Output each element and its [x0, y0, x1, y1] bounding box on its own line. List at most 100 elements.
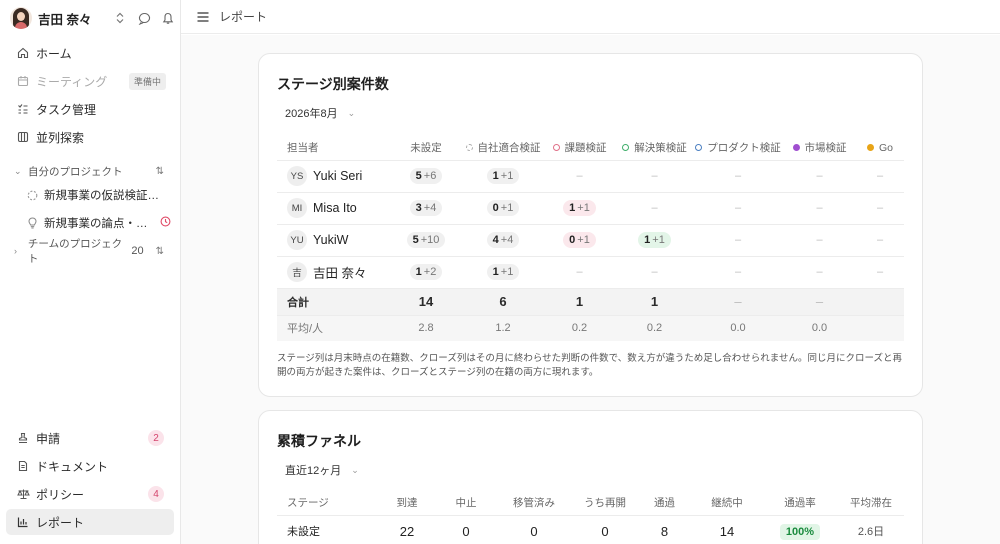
- assignee-cell: YS Yuki Seri: [277, 160, 389, 193]
- column-header: Go: [856, 136, 904, 161]
- column-header: 中止: [437, 491, 495, 516]
- funnel-period-select[interactable]: 直近12ヶ月 ⌄: [285, 462, 359, 478]
- nav-home-label: ホーム: [36, 46, 72, 61]
- table-row[interactable]: 未設定 22 0 0 0 8 14 100% 2.6日: [277, 515, 904, 544]
- total-value: 1: [616, 288, 693, 316]
- average-value: 0.0: [693, 315, 783, 341]
- count-value: 3: [415, 202, 422, 214]
- count-pill[interactable]: 3 +4: [409, 200, 443, 216]
- funnel-card-title: 累積ファネル: [277, 433, 361, 449]
- column-header: 市場検証: [783, 136, 856, 161]
- average-row: 平均/人 2.8 1.2 0.2 0.2 0.0 0.0: [277, 315, 904, 341]
- team-projects-header[interactable]: › チームのプロジェクト 20 ⇅: [14, 238, 164, 265]
- team-projects-count: 20: [131, 245, 144, 257]
- project-item[interactable]: 新規事業の仮説検証…: [26, 184, 171, 206]
- count-cell: 0 +1: [463, 192, 543, 225]
- count-pill[interactable]: 1 +1: [638, 232, 671, 248]
- count-pill[interactable]: 5 +6: [409, 168, 443, 184]
- count-pill[interactable]: 5 +10: [406, 232, 446, 248]
- bar-chart-icon: [16, 515, 30, 529]
- nav-tasks[interactable]: タスク管理: [6, 96, 174, 122]
- count-value: 1: [492, 170, 499, 182]
- nav-policy[interactable]: ポリシー 4: [6, 481, 174, 507]
- page-title: レポート: [219, 10, 268, 24]
- column-header: 未設定: [389, 136, 463, 161]
- total-value: 6: [463, 288, 543, 316]
- count-value: 1: [415, 266, 422, 278]
- assignee-cell: YU YukiW: [277, 224, 389, 257]
- total-value: [856, 288, 904, 316]
- column-header-label: 市場検証: [804, 142, 847, 155]
- count-pill[interactable]: 1 +1: [563, 200, 596, 216]
- bell-icon[interactable]: [161, 11, 175, 25]
- funnel-value: 14: [692, 515, 762, 544]
- stage-dot-icon: [552, 144, 560, 152]
- task-list-icon: [16, 102, 30, 116]
- count-cell: –: [616, 256, 693, 289]
- column-header: ステージ: [277, 491, 377, 516]
- empty-dash: –: [816, 170, 823, 182]
- chevron-down-icon: ⌄: [347, 107, 356, 118]
- column-header-label: 未設定: [410, 142, 442, 155]
- table-row[interactable]: 吉吉田 奈々 1 +2 1 +1– – – – –: [277, 256, 904, 289]
- project-item[interactable]: 新規事業の論点・…: [26, 212, 171, 234]
- count-value: 0: [569, 234, 576, 246]
- count-cell: –: [616, 160, 693, 193]
- nav-reports[interactable]: レポート: [6, 509, 174, 535]
- column-header: うち再開: [573, 491, 637, 516]
- nav-documents-label: ドキュメント: [36, 459, 109, 474]
- count-added: +1: [577, 234, 590, 246]
- count-cell: –: [693, 192, 783, 225]
- count-pill[interactable]: 0 +1: [486, 200, 520, 216]
- nav-home[interactable]: ホーム: [6, 40, 174, 66]
- assignee-initials: 吉: [287, 262, 307, 282]
- menu-icon[interactable]: [197, 9, 209, 25]
- nav-requests[interactable]: 申請 2: [6, 425, 174, 451]
- period-value: 2026年8月: [285, 108, 338, 120]
- empty-dash: –: [876, 202, 884, 214]
- count-pill[interactable]: 0 +1: [563, 232, 596, 248]
- lightbulb-icon: [26, 217, 38, 229]
- column-header: 平均滞在: [838, 491, 904, 516]
- total-value: 1: [543, 288, 616, 316]
- stage-note: ステージ列は月末時点の在籍数、クローズ列はその月に終わらせた判断の件数で、数え方…: [277, 353, 903, 378]
- average-value: 0.0: [783, 315, 856, 341]
- chevron-updown-icon[interactable]: [113, 11, 127, 25]
- column-header: 移管済み: [495, 491, 573, 516]
- table-row[interactable]: MI Misa Ito 3 +4 0 +1 1 +1– – – –: [277, 192, 904, 225]
- count-added: +1: [652, 234, 665, 246]
- count-cell: –: [856, 224, 904, 257]
- count-pill[interactable]: 4 +4: [486, 232, 520, 248]
- sort-icon[interactable]: ⇅: [156, 166, 164, 177]
- project-label: 新規事業の仮説検証…: [44, 190, 159, 202]
- nav-policy-label: ポリシー: [36, 487, 85, 502]
- column-header: 到達: [377, 491, 437, 516]
- column-header: 担当者: [277, 136, 389, 161]
- nav-documents[interactable]: ドキュメント: [6, 453, 174, 479]
- table-row[interactable]: YU YukiW 5 +10 4 +4 0 +1 1 +1– – –: [277, 224, 904, 257]
- average-value: [856, 315, 904, 341]
- main-content: ステージ別案件数 2026年8月 ⌄ 担当者 未設定 自社適合検証 課題検証 解決策検証…: [181, 35, 1000, 544]
- count-pill[interactable]: 1 +2: [409, 264, 443, 280]
- user-switcher[interactable]: 吉田 奈々: [10, 5, 175, 31]
- count-cell: 1 +1: [616, 224, 693, 257]
- stage-dot-icon: [695, 144, 703, 152]
- nav-meeting[interactable]: ミーティング 準備中: [6, 68, 174, 94]
- count-added: +6: [423, 170, 437, 182]
- empty-dash: –: [734, 234, 742, 246]
- chat-icon[interactable]: [137, 11, 151, 25]
- period-select[interactable]: 2026年8月 ⌄: [285, 105, 355, 121]
- count-pill[interactable]: 1 +1: [486, 168, 520, 184]
- funnel-value: 22: [377, 515, 437, 544]
- nav-explore[interactable]: 並列探索: [6, 124, 174, 150]
- count-value: 4: [492, 234, 499, 246]
- my-projects-header[interactable]: ⌄ 自分のプロジェクト ⇅: [14, 162, 164, 180]
- average-value: 0.2: [543, 315, 616, 341]
- document-icon: [16, 459, 30, 473]
- count-value: 1: [492, 266, 499, 278]
- count-pill[interactable]: 1 +1: [486, 264, 520, 280]
- table-row[interactable]: YS Yuki Seri 5 +6 1 +1 – – – – –: [277, 160, 904, 193]
- sort-icon[interactable]: ⇅: [156, 246, 164, 257]
- count-cell: 1 +2: [389, 256, 463, 289]
- column-header: 課題検証: [543, 136, 616, 161]
